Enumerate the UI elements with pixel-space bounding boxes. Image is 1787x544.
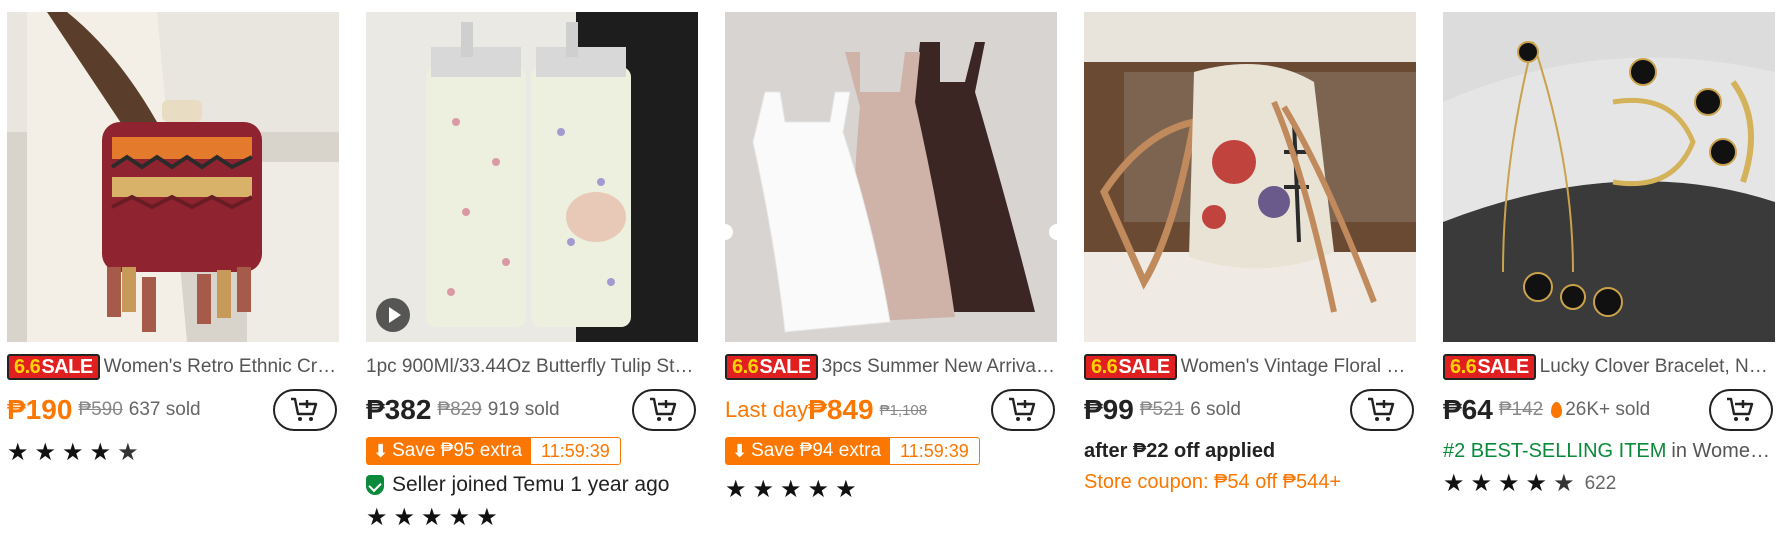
sold-count: 919 sold <box>487 399 560 420</box>
down-arrow-icon: ⬇ <box>373 440 389 461</box>
add-to-cart-icon <box>1009 397 1036 421</box>
original-price: ₱1,108 <box>879 401 928 419</box>
product-image-backpack[interactable] <box>7 12 339 342</box>
sale-badge: 6.6 SALE <box>1443 354 1536 380</box>
product-image-dresses[interactable] <box>725 12 1057 342</box>
extra-savings: ⬇ Save ₱95 extra 11:59:39 <box>366 437 698 465</box>
add-to-cart-icon <box>650 397 677 421</box>
product-image-bucket-bag[interactable] <box>1084 12 1416 342</box>
product-image-jewelry-set[interactable] <box>1443 12 1775 342</box>
add-to-cart-button[interactable] <box>632 389 696 431</box>
original-price: ₱829 <box>437 399 482 420</box>
discount-applied: after ₱22 off applied <box>1084 440 1276 462</box>
product-title[interactable]: Women's Vintage Floral Bucket Bag <box>1181 356 1416 378</box>
price: ₱382 <box>366 394 432 425</box>
sold-count: 26K+ sold <box>1565 399 1651 420</box>
original-price: ₱521 <box>1139 399 1185 420</box>
sale-badge: 6.6 SALE <box>7 354 100 380</box>
sale-badge: 6.6 SALE <box>725 354 818 380</box>
add-to-cart-button[interactable] <box>991 389 1055 431</box>
verified-shield-icon <box>366 475 384 495</box>
sold-count: 6 sold <box>1190 399 1241 420</box>
add-to-cart-icon <box>1368 397 1395 421</box>
play-icon[interactable] <box>376 298 410 332</box>
sold-count: 637 sold <box>128 399 201 420</box>
product-card-4[interactable]: 6.6SALE Women's Vintage Floral Bucket Ba… <box>1084 12 1416 494</box>
review-count: 622 <box>1584 473 1617 494</box>
product-title[interactable]: 1pc 900Ml/33.44Oz Butterfly Tulip Stainl… <box>366 356 698 378</box>
down-arrow-icon: ⬇ <box>732 440 748 461</box>
flame-icon <box>1551 402 1563 418</box>
rating-stars: ★ ★ ★ ★ ★ <box>7 439 139 466</box>
add-to-cart-button[interactable] <box>1709 389 1773 431</box>
add-to-cart-button[interactable] <box>273 389 337 431</box>
rating-stars: ★ ★ ★ ★ ★ <box>366 504 498 531</box>
extra-savings: ⬇ Save ₱94 extra 11:59:39 <box>725 437 1057 465</box>
last-day-label: Last day <box>725 397 809 422</box>
product-card-5[interactable]: 6.6SALE Lucky Clover Bracelet, Necklace … <box>1443 12 1775 497</box>
price: ₱190 <box>7 394 73 425</box>
product-card-3[interactable]: 6.6SALE 3pcs Summer New Arrival Slip Dre… <box>725 12 1057 503</box>
price: ₱99 <box>1084 394 1134 425</box>
add-to-cart-icon <box>1727 397 1754 421</box>
original-price: ₱142 <box>1498 399 1544 420</box>
product-image-tumbler[interactable] <box>366 12 698 342</box>
original-price: ₱590 <box>78 399 123 420</box>
seller-info: Seller joined Temu 1 year ago <box>366 473 698 497</box>
countdown-timer: 11:59:39 <box>531 437 621 465</box>
sale-badge: 6.6 SALE <box>1084 354 1177 380</box>
product-title[interactable]: Women's Retro Ethnic Crochet Backpack Wi… <box>104 356 339 378</box>
add-to-cart-button[interactable] <box>1350 389 1414 431</box>
rating-stars: ★ ★ ★ ★ ★ <box>725 476 857 503</box>
add-to-cart-icon <box>291 397 318 421</box>
rating-stars: ★ ★ ★ ★ ★ 622 <box>1443 470 1617 497</box>
store-coupon[interactable]: Store coupon: ₱54 off ₱544+ <box>1084 471 1416 494</box>
countdown-timer: 11:59:39 <box>890 437 980 465</box>
product-title[interactable]: Lucky Clover Bracelet, Necklace & Earrin… <box>1540 356 1775 378</box>
product-card-1[interactable]: 6.6SALE Women's Retro Ethnic Crochet Bac… <box>7 12 339 466</box>
price: ₱64 <box>1443 394 1493 425</box>
price: ₱849 <box>808 394 874 425</box>
product-card-2[interactable]: 1pc 900Ml/33.44Oz Butterfly Tulip Stainl… <box>366 12 698 531</box>
best-selling-rank[interactable]: #2 BEST-SELLING ITEMin Women's Jewelry <box>1443 440 1775 463</box>
product-title[interactable]: 3pcs Summer New Arrival Slip Dresses <box>822 356 1057 378</box>
